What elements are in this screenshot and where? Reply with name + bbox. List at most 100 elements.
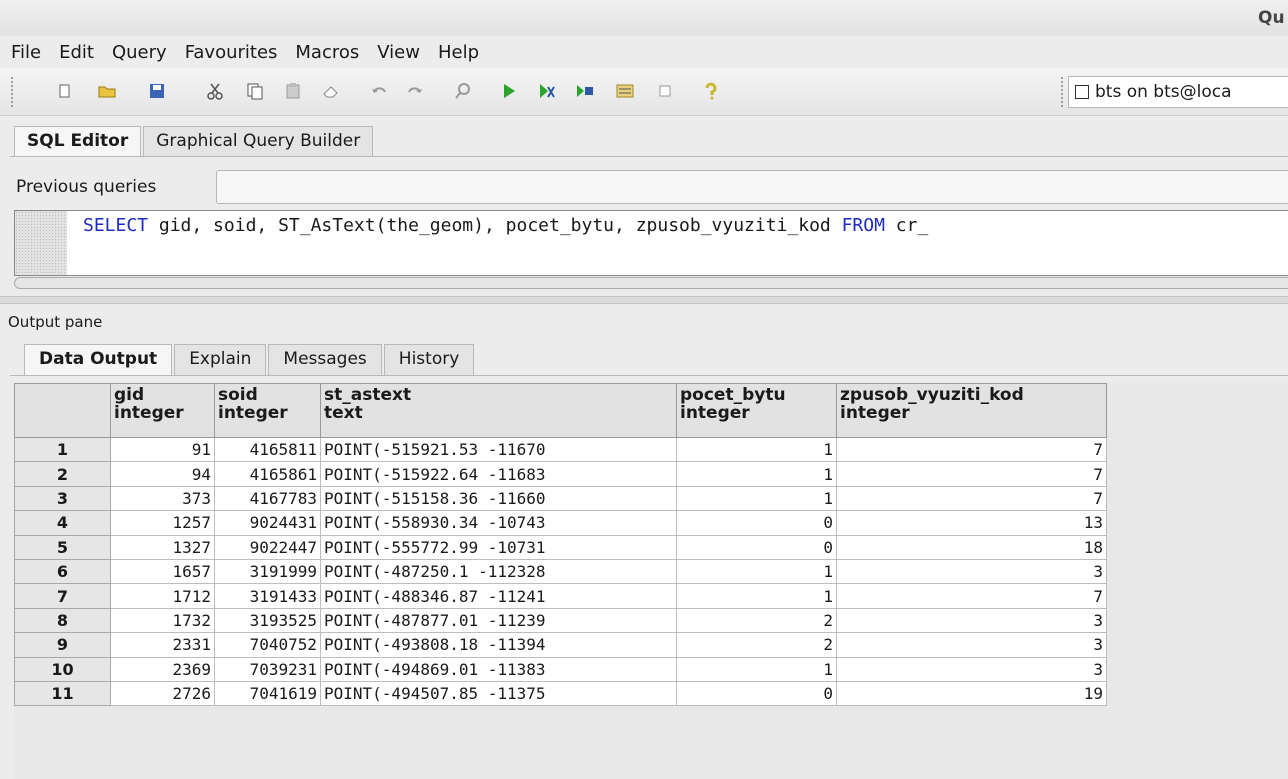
cell-zpusob-vyuziti-kod[interactable]: 7 — [836, 485, 1107, 512]
horizontal-scrollbar[interactable] — [14, 277, 1288, 289]
cell-gid[interactable]: 1657 — [110, 558, 215, 585]
cell-gid[interactable]: 2369 — [110, 656, 215, 682]
menu-query[interactable]: Query — [111, 40, 168, 65]
table-row[interactable]: 7 1712 3191433 POINT(-488346.87 -11241 1 7 — [14, 583, 1107, 609]
cell-gid[interactable]: 1327 — [110, 534, 215, 560]
cell-st-astext[interactable]: POINT(-493808.18 -11394 — [320, 632, 677, 658]
toolbar-grip-2[interactable] — [1060, 76, 1064, 108]
previous-queries-dropdown[interactable] — [216, 170, 1288, 204]
cell-pocet-bytu[interactable]: 0 — [676, 510, 837, 536]
menu-view[interactable]: View — [376, 40, 421, 65]
cell-soid[interactable]: 3191999 — [214, 558, 321, 585]
row-number-cell[interactable]: 7 — [14, 583, 111, 609]
menu-file[interactable]: File — [10, 40, 42, 65]
row-number-cell[interactable]: 2 — [14, 461, 111, 487]
cell-zpusob-vyuziti-kod[interactable]: 7 — [836, 583, 1107, 609]
paste-icon[interactable] — [282, 80, 304, 102]
undo-icon[interactable] — [368, 80, 390, 102]
cell-st-astext[interactable]: POINT(-487250.1 -112328 — [320, 558, 677, 585]
cell-st-astext[interactable]: POINT(-488346.87 -11241 — [320, 583, 677, 609]
row-number-cell[interactable]: 6 — [14, 558, 111, 585]
row-number-cell[interactable]: 11 — [14, 680, 111, 707]
cell-gid[interactable]: 2331 — [110, 632, 215, 658]
cell-pocet-bytu[interactable]: 1 — [676, 436, 837, 463]
row-number-cell[interactable]: 8 — [14, 607, 111, 634]
cell-soid[interactable]: 7040752 — [214, 632, 321, 658]
cell-st-astext[interactable]: POINT(-558930.34 -10743 — [320, 510, 677, 536]
help-icon[interactable] — [700, 80, 722, 102]
tab-graphical-query-builder[interactable]: Graphical Query Builder — [143, 126, 374, 156]
sql-query-text[interactable]: SELECT gid, soid, ST_AsText(the_geom), p… — [83, 215, 928, 236]
cell-gid[interactable]: 1257 — [110, 510, 215, 536]
cell-pocet-bytu[interactable]: 2 — [676, 607, 837, 634]
table-row[interactable]: 11 2726 7041619 POINT(-494507.85 -11375 0 19 — [14, 680, 1107, 707]
table-row[interactable]: 1 91 4165811 POINT(-515921.53 -11670 1 7 — [14, 436, 1107, 463]
cell-soid[interactable]: 3193525 — [214, 607, 321, 634]
cell-pocet-bytu[interactable]: 1 — [676, 558, 837, 585]
cell-zpusob-vyuziti-kod[interactable]: 3 — [836, 632, 1107, 658]
redo-icon[interactable] — [404, 80, 426, 102]
save-icon[interactable] — [146, 80, 168, 102]
menu-help[interactable]: Help — [437, 40, 480, 65]
cell-st-astext[interactable]: POINT(-487877.01 -11239 — [320, 607, 677, 634]
cell-zpusob-vyuziti-kod[interactable]: 7 — [836, 436, 1107, 463]
cell-pocet-bytu[interactable]: 1 — [676, 583, 837, 609]
cell-soid[interactable]: 9024431 — [214, 510, 321, 536]
row-number-cell[interactable]: 3 — [14, 485, 111, 512]
cell-st-astext[interactable]: POINT(-515921.53 -11670 — [320, 436, 677, 463]
cut-icon[interactable] — [204, 80, 226, 102]
cell-soid[interactable]: 7041619 — [214, 680, 321, 707]
cell-soid[interactable]: 9022447 — [214, 534, 321, 560]
cell-zpusob-vyuziti-kod[interactable]: 7 — [836, 461, 1107, 487]
row-number-cell[interactable]: 9 — [14, 632, 111, 658]
cell-st-astext[interactable]: POINT(-515922.64 -11683 — [320, 461, 677, 487]
menu-favourites[interactable]: Favourites — [184, 40, 279, 65]
cell-pocet-bytu[interactable]: 0 — [676, 534, 837, 560]
table-row[interactable]: 3 373 4167783 POINT(-515158.36 -11660 1 7 — [14, 485, 1107, 512]
grid-corner-cell[interactable] — [14, 383, 111, 438]
cell-zpusob-vyuziti-kod[interactable]: 3 — [836, 656, 1107, 682]
cancel-query-icon[interactable] — [654, 80, 676, 102]
cell-gid[interactable]: 91 — [110, 436, 215, 463]
cell-pocet-bytu[interactable]: 2 — [676, 632, 837, 658]
eraser-icon[interactable] — [320, 80, 342, 102]
column-header-zpusob-vyuziti-kod[interactable]: zpusob_vyuziti_kod integer — [836, 383, 1107, 438]
explain-analyze-icon[interactable] — [614, 80, 636, 102]
menu-edit[interactable]: Edit — [58, 40, 95, 65]
open-folder-icon[interactable] — [96, 80, 118, 102]
column-header-gid[interactable]: gid integer — [110, 383, 215, 438]
table-row[interactable]: 9 2331 7040752 POINT(-493808.18 -11394 2 3 — [14, 632, 1107, 658]
cell-st-astext[interactable]: POINT(-555772.99 -10731 — [320, 534, 677, 560]
column-header-pocet-bytu[interactable]: pocet_bytu integer — [676, 383, 837, 438]
cell-pocet-bytu[interactable]: 1 — [676, 485, 837, 512]
cell-soid[interactable]: 3191433 — [214, 583, 321, 609]
pane-splitter[interactable] — [0, 296, 1288, 304]
table-row[interactable]: 6 1657 3191999 POINT(-487250.1 -112328 1 3 — [14, 558, 1107, 585]
new-file-icon[interactable] — [54, 80, 76, 102]
execute-to-file-icon[interactable] — [536, 80, 558, 102]
table-row[interactable]: 2 94 4165861 POINT(-515922.64 -11683 1 7 — [14, 461, 1107, 487]
tab-history[interactable]: History — [383, 344, 475, 375]
row-number-cell[interactable]: 10 — [14, 656, 111, 682]
cell-zpusob-vyuziti-kod[interactable]: 19 — [836, 680, 1107, 707]
tab-sql-editor[interactable]: SQL Editor — [14, 126, 142, 156]
connection-selector[interactable]: bts on bts@loca — [1068, 76, 1288, 108]
cell-soid[interactable]: 4167783 — [214, 485, 321, 512]
tab-explain[interactable]: Explain — [174, 344, 267, 375]
cell-pocet-bytu[interactable]: 1 — [676, 656, 837, 682]
cell-gid[interactable]: 1732 — [110, 607, 215, 634]
cell-soid[interactable]: 4165861 — [214, 461, 321, 487]
toolbar-grip[interactable] — [10, 76, 14, 108]
copy-icon[interactable] — [244, 80, 266, 102]
cell-gid[interactable]: 94 — [110, 461, 215, 487]
tab-messages[interactable]: Messages — [268, 344, 382, 375]
sql-editor[interactable]: SELECT gid, soid, ST_AsText(the_geom), p… — [14, 210, 1288, 276]
cell-zpusob-vyuziti-kod[interactable]: 3 — [836, 558, 1107, 585]
cell-soid[interactable]: 7039231 — [214, 656, 321, 682]
tab-data-output[interactable]: Data Output — [24, 344, 173, 375]
column-header-st-astext[interactable]: st_astext text — [320, 383, 677, 438]
column-header-soid[interactable]: soid integer — [214, 383, 321, 438]
execute-icon[interactable] — [498, 80, 520, 102]
table-row[interactable]: 5 1327 9022447 POINT(-555772.99 -10731 0 18 — [14, 534, 1107, 560]
find-icon[interactable] — [452, 80, 474, 102]
